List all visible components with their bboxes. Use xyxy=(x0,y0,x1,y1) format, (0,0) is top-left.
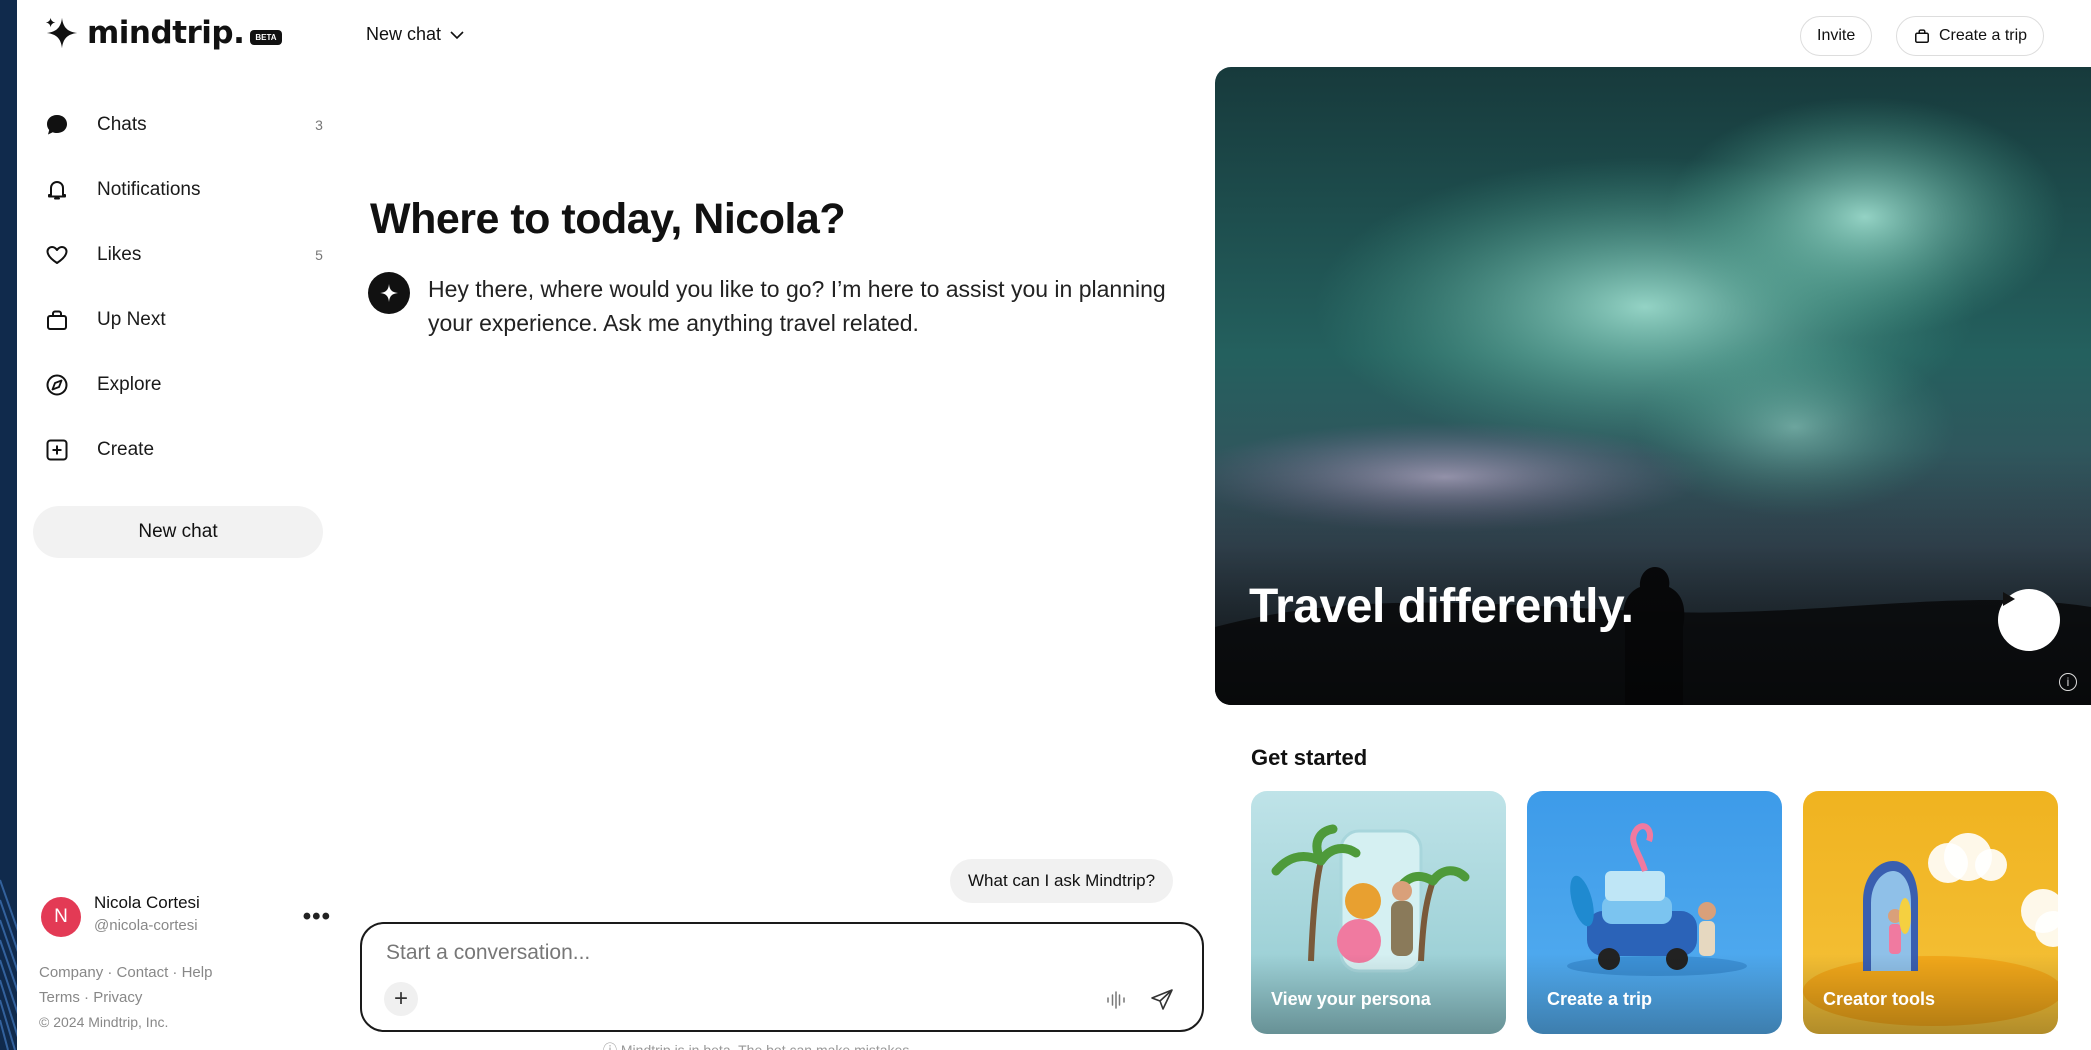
terms-link[interactable]: Terms xyxy=(39,989,80,1006)
send-icon[interactable] xyxy=(1146,984,1178,1016)
bag-icon xyxy=(43,306,71,334)
card-label: Create a trip xyxy=(1547,989,1653,1009)
sidebar-item-label: Chats xyxy=(97,113,147,135)
creator-tools-card[interactable]: Creator tools xyxy=(1803,791,2058,1034)
sidebar-item-create[interactable]: Create xyxy=(43,417,333,482)
plus-square-icon xyxy=(43,436,71,464)
chat-bubble-icon xyxy=(43,111,71,139)
sidebar-item-likes[interactable]: Likes 5 xyxy=(43,222,333,287)
company-link[interactable]: Company xyxy=(39,964,103,981)
avatar: N xyxy=(41,897,81,937)
new-chat-button[interactable]: New chat xyxy=(33,506,323,558)
brand-logo[interactable]: mindtrip. BETA xyxy=(43,14,282,52)
sidebar-item-chats[interactable]: Chats 3 xyxy=(43,92,333,157)
likes-count-badge: 5 xyxy=(315,246,323,263)
mindtrip-bot-icon xyxy=(368,272,410,314)
sidebar-nav: Chats 3 Notifications Likes 5 Up Next Ex… xyxy=(43,92,333,482)
separator: · xyxy=(103,964,117,981)
chevron-down-icon xyxy=(450,30,464,39)
assistant-message: Hey there, where would you like to go? I… xyxy=(368,272,1188,340)
sidebar-item-label: Likes xyxy=(97,243,142,265)
help-link[interactable]: Help xyxy=(182,964,213,981)
more-options-icon[interactable]: ••• xyxy=(303,903,331,931)
get-started-heading: Get started xyxy=(1251,745,1368,770)
user-handle: @nicola-cortesi xyxy=(94,917,198,934)
beta-badge: BETA xyxy=(250,29,282,45)
invite-label: Invite xyxy=(1817,27,1856,44)
separator: · xyxy=(168,964,182,981)
contact-link[interactable]: Contact xyxy=(117,964,169,981)
bell-icon xyxy=(43,176,71,204)
hero-title: Travel differently. xyxy=(1249,580,1634,633)
suggestion-chip[interactable]: What can I ask Mindtrip? xyxy=(950,859,1174,903)
bag-icon xyxy=(1915,29,1929,43)
voice-input-icon[interactable] xyxy=(1102,986,1130,1014)
chat-composer: + xyxy=(360,922,1204,1032)
create-trip-card[interactable]: Create a trip xyxy=(1527,791,1782,1034)
sidebar-item-label: Explore xyxy=(97,373,162,395)
view-persona-card[interactable]: View your persona xyxy=(1251,791,1506,1034)
privacy-link[interactable]: Privacy xyxy=(93,989,142,1006)
sidebar-item-label: Up Next xyxy=(97,308,166,330)
chat-title-dropdown[interactable]: New chat xyxy=(366,24,465,45)
create-trip-label: Create a trip xyxy=(1939,27,2028,44)
info-icon[interactable]: i xyxy=(2059,673,2077,691)
chat-title: New chat xyxy=(366,24,442,44)
create-trip-header-button[interactable]: Create a trip xyxy=(1896,16,2045,56)
play-button[interactable] xyxy=(1998,589,2060,651)
heart-icon xyxy=(43,241,71,269)
beta-disclaimer: ⓘ Mindtrip is in beta. The bot can make … xyxy=(603,1042,914,1050)
sidebar: mindtrip. BETA Chats 3 Notifications Lik… xyxy=(17,0,339,1050)
card-label: View your persona xyxy=(1271,989,1431,1009)
sidebar-item-notifications[interactable]: Notifications xyxy=(43,157,333,222)
separator: · xyxy=(79,989,94,1006)
invite-button[interactable]: Invite xyxy=(1800,16,1873,56)
footer-links: Company · Contact · Help Terms · Privacy xyxy=(39,960,212,1010)
chats-count-badge: 3 xyxy=(315,116,323,133)
sidebar-item-label: Notifications xyxy=(97,178,201,200)
hero-video[interactable]: Travel differently. i xyxy=(1215,67,2091,705)
user-name: Nicola Cortesi xyxy=(94,893,200,912)
chat-input[interactable] xyxy=(384,940,1148,966)
assistant-message-text: Hey there, where would you like to go? I… xyxy=(428,276,1166,336)
add-attachment-button[interactable]: + xyxy=(384,982,418,1016)
play-icon xyxy=(2003,592,2015,606)
sidebar-item-up-next[interactable]: Up Next xyxy=(43,287,333,352)
page-title: Where to today, Nicola? xyxy=(370,195,846,243)
sidebar-item-explore[interactable]: Explore xyxy=(43,352,333,417)
card-label: Creator tools xyxy=(1823,989,1936,1009)
compass-icon xyxy=(43,371,71,399)
user-profile[interactable]: N Nicola Cortesi @nicola-cortesi ••• xyxy=(41,893,331,941)
copyright: © 2024 Mindtrip, Inc. xyxy=(39,1014,169,1030)
app-window: mindtrip. BETA Chats 3 Notifications Lik… xyxy=(17,0,2091,1050)
sidebar-item-label: Create xyxy=(97,438,155,460)
sparkle-logo-icon xyxy=(45,17,78,49)
brand-name: mindtrip. xyxy=(87,15,245,51)
